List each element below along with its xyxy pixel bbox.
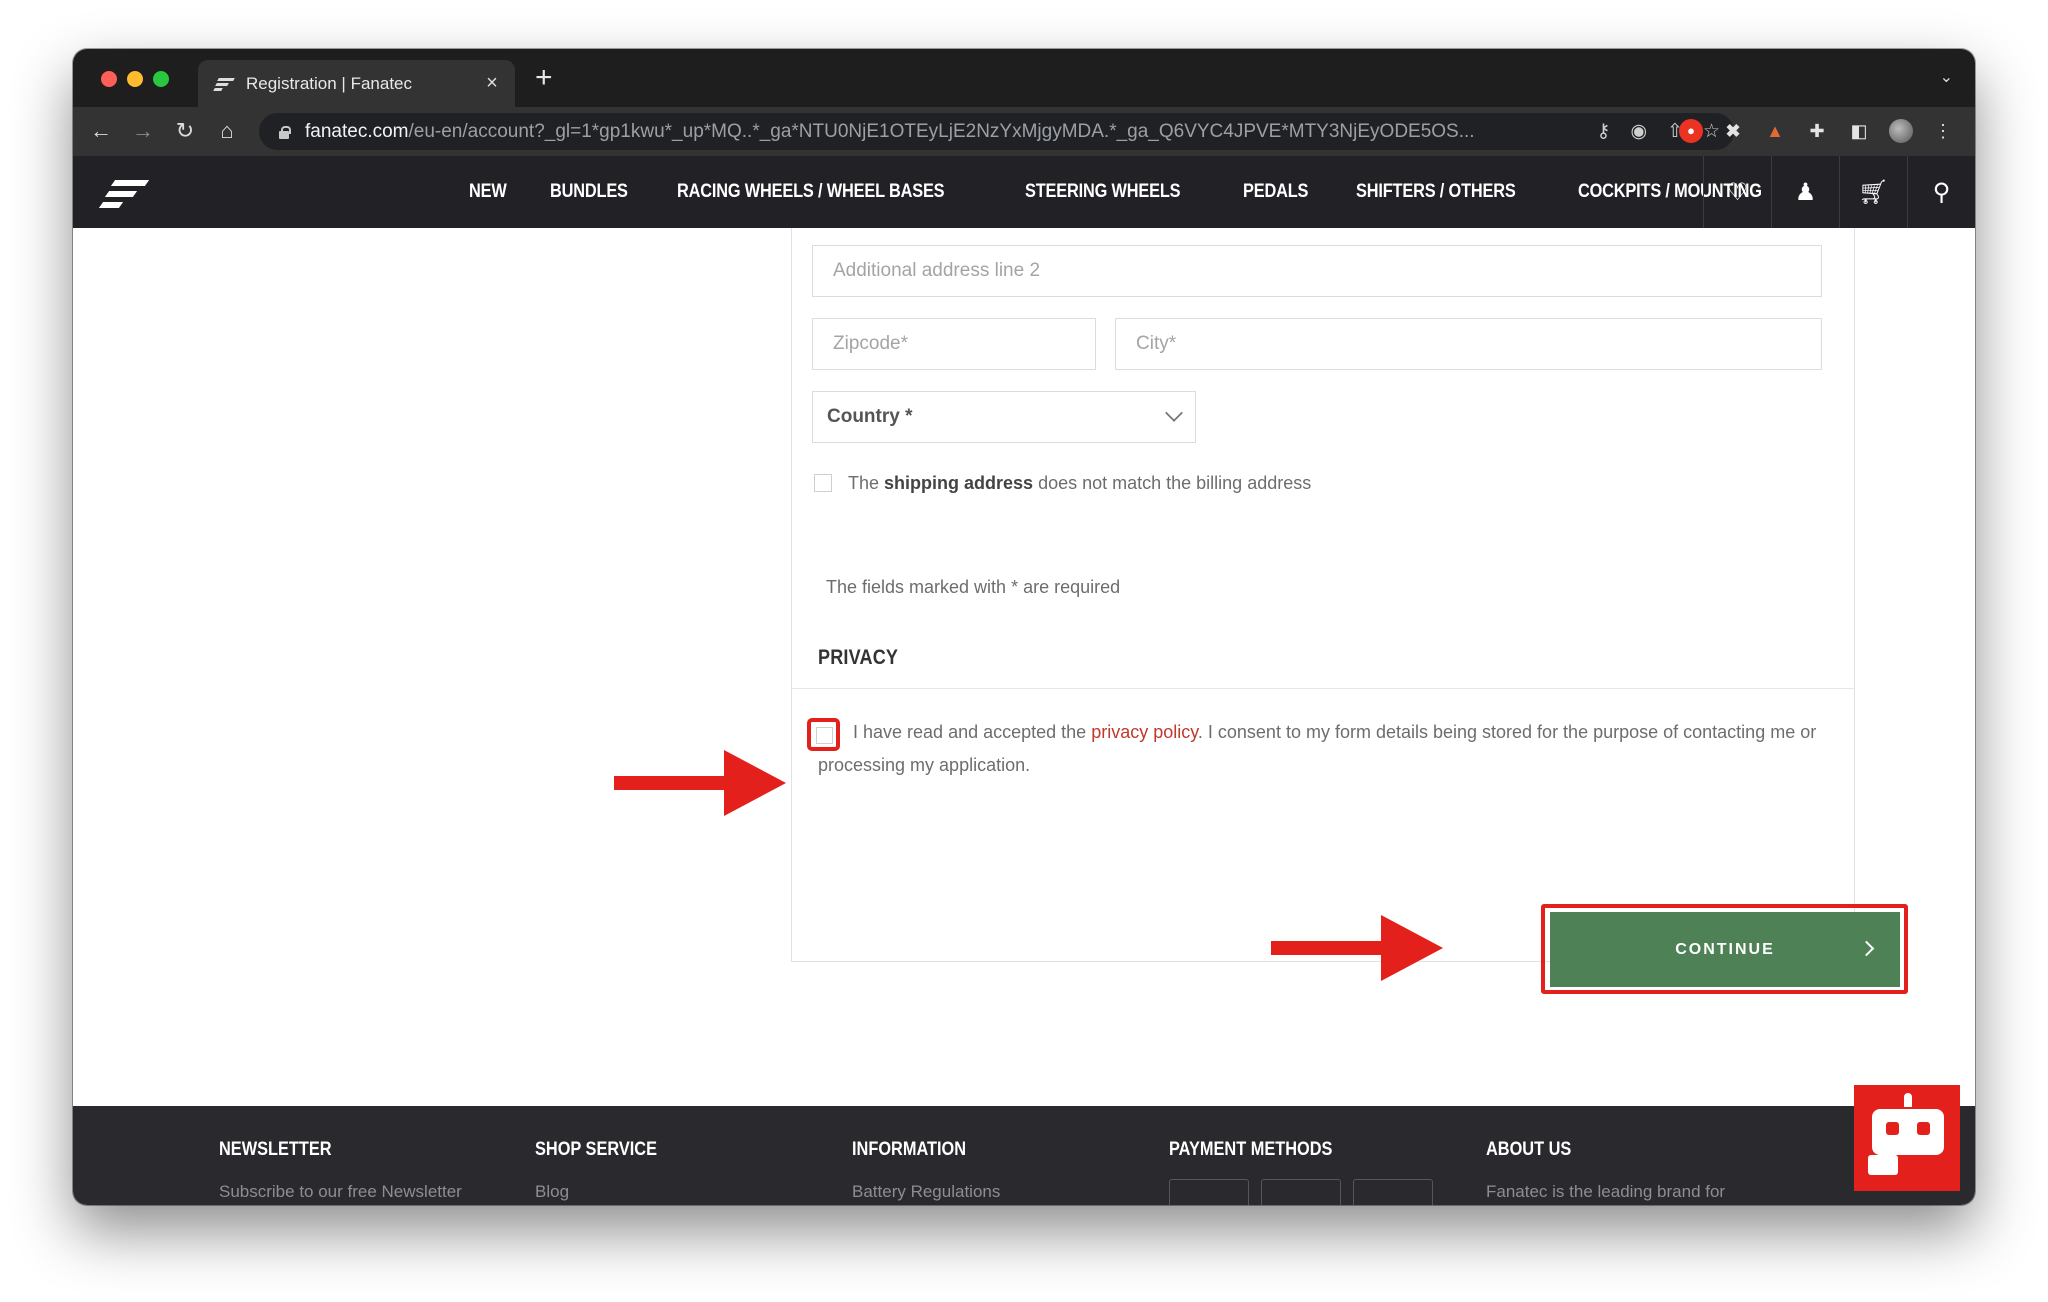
eye-off-icon[interactable]: ◉ [1630,120,1647,143]
nav-pedals[interactable]: PEDALS [1243,181,1308,203]
privacy-consent-label: I have read and accepted the privacy pol… [818,722,1817,775]
reload-icon[interactable]: ↻ [171,117,199,145]
wishlist-heart-icon[interactable]: ♡ [1703,156,1771,228]
country-select[interactable]: Country * [812,391,1196,443]
tab-search-chevron-icon[interactable]: ⌄ [1940,67,1953,87]
site-footer: NEWSLETTER Subscribe to our free Newslet… [73,1106,1975,1205]
url-text: fanatec.com/eu-en/account?_gl=1*gp1kwu*_… [305,120,1475,142]
x-extension-icon[interactable]: ✖ [1721,119,1745,143]
payment-method-logo [1261,1179,1341,1205]
nav-racing-wheels[interactable]: RACING WHEELS / WHEEL BASES [677,181,945,203]
tab-title: Registration | Fanatec [246,73,412,93]
continue-label: CONTINUE [1675,940,1775,958]
back-icon[interactable]: ← [87,117,115,145]
footer-about-text: Fanatec is the leading brand for [1486,1182,1726,1201]
chatbot-robot-icon[interactable] [1854,1085,1960,1191]
account-user-icon[interactable]: ♟ [1771,156,1839,228]
tab-close-icon[interactable]: × [481,72,503,95]
fanatec-logo[interactable] [98,178,150,210]
nav-shifters[interactable]: SHIFTERS / OTHERS [1356,181,1516,203]
footer-shop-service-title: SHOP SERVICE [535,1139,657,1160]
payment-method-logo [1169,1179,1249,1205]
close-window-button[interactable] [101,71,117,87]
footer-newsletter-text[interactable]: Subscribe to our free Newsletter [219,1182,462,1202]
nav-new[interactable]: NEW [469,181,507,203]
bookmark-star-icon[interactable]: ☆ [1703,120,1720,143]
adblock-extension-icon[interactable]: ● [1679,119,1703,143]
footer-information-title: INFORMATION [852,1139,967,1160]
privacy-divider [792,688,1854,689]
new-tab-button[interactable]: + [535,63,553,93]
tab-strip: Registration | Fanatec × + ⌄ [73,49,1975,107]
tab-registration[interactable]: Registration | Fanatec × [198,60,515,107]
chevron-right-icon [1858,940,1875,957]
required-fields-note: The fields marked with * are required [826,577,1121,597]
key-icon[interactable]: ⚷ [1597,120,1611,143]
shipping-address-label[interactable]: The shipping address does not match the … [848,473,1311,494]
metamask-extension-icon[interactable]: ▲ [1763,119,1787,143]
side-panel-icon[interactable]: ◧ [1847,119,1871,143]
kebab-menu-icon[interactable]: ⋮ [1931,119,1955,143]
city-input[interactable]: City* [1115,318,1822,370]
page-content: Additional address line 2 Zipcode* City*… [73,228,1975,1106]
profile-avatar[interactable] [1889,119,1913,143]
chevron-down-icon [1165,404,1183,422]
maximize-window-button[interactable] [153,71,169,87]
search-icon[interactable]: ⚲ [1907,156,1975,228]
shipping-address-checkbox[interactable] [814,474,832,492]
annotation-arrow-continue [1271,915,1443,981]
extensions-puzzle-icon[interactable]: ✚ [1805,119,1829,143]
main-nav: NEW BUNDLES RACING WHEELS / WHEEL BASES … [469,156,1829,228]
footer-about-title: ABOUT US [1486,1139,1572,1160]
forward-icon[interactable]: → [129,117,157,145]
address-bar[interactable]: fanatec.com/eu-en/account?_gl=1*gp1kwu*_… [259,113,1734,150]
annotation-arrow-checkbox [614,750,786,816]
payment-method-logo [1353,1179,1433,1205]
fanatec-favicon-icon [213,77,235,91]
continue-button[interactable]: CONTINUE [1550,912,1900,987]
country-select-value: Country * [827,406,913,427]
privacy-heading: PRIVACY [818,646,899,669]
nav-steering-wheels[interactable]: STEERING WHEELS [1025,181,1181,203]
nav-bundles[interactable]: BUNDLES [550,181,628,203]
lock-icon [277,125,291,139]
registration-form: Additional address line 2 Zipcode* City*… [791,228,1855,962]
cart-icon[interactable]: 🛒︎ [1839,156,1907,228]
footer-blog-link[interactable]: Blog [535,1182,569,1202]
home-icon[interactable]: ⌂ [213,117,241,145]
footer-battery-link[interactable]: Battery Regulations [852,1182,1000,1202]
privacy-policy-link[interactable]: privacy policy [1091,722,1198,742]
minimize-window-button[interactable] [127,71,143,87]
zipcode-input[interactable]: Zipcode* [812,318,1096,370]
browser-window: Registration | Fanatec × + ⌄ ← → ↻ ⌂ fan… [73,49,1975,1205]
site-header: NEW BUNDLES RACING WHEELS / WHEEL BASES … [73,156,1975,228]
footer-payment-title: PAYMENT METHODS [1169,1139,1333,1160]
browser-toolbar: ← → ↻ ⌂ fanatec.com/eu-en/account?_gl=1*… [73,107,1975,156]
footer-newsletter-title: NEWSLETTER [219,1139,332,1160]
address-line-2-input[interactable]: Additional address line 2 [812,245,1822,297]
